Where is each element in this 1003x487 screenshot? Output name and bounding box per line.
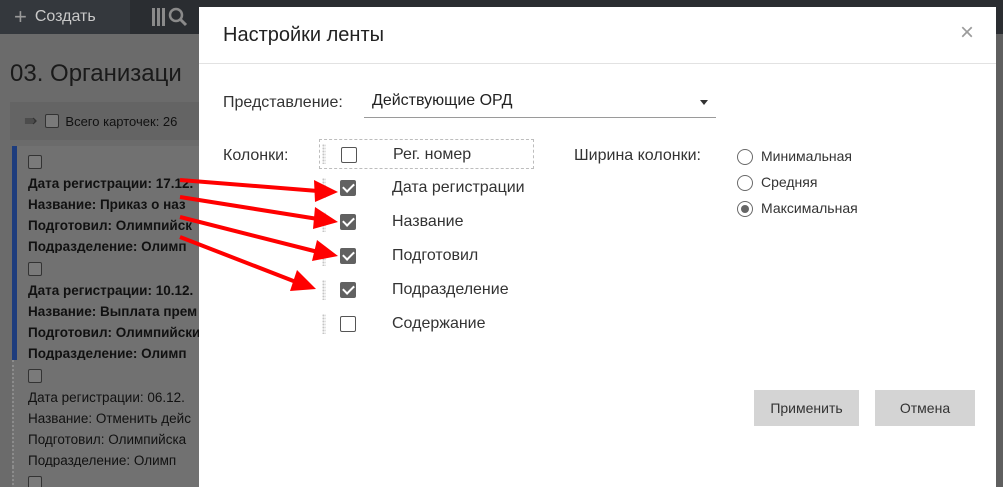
- drag-handle-icon[interactable]: [322, 314, 326, 334]
- column-checkbox[interactable]: [340, 316, 356, 332]
- column-checkbox[interactable]: [340, 180, 356, 196]
- card-item[interactable]: Дата регистрации: 17.12. Название: Прика…: [12, 146, 202, 261]
- total-cards-label: Всего карточек: 26: [65, 113, 178, 129]
- card-checkbox[interactable]: [28, 369, 42, 384]
- card-line: Дата регистрации: 06.12.: [28, 390, 185, 405]
- expand-arrow-icon[interactable]: ⇛: [24, 111, 37, 131]
- column-checkbox[interactable]: [341, 147, 357, 163]
- column-width-label: Ширина колонки:: [574, 147, 701, 164]
- dialog-title: Настройки ленты: [223, 24, 384, 46]
- chevron-down-icon: [700, 100, 708, 105]
- width-option-label: Средняя: [761, 174, 818, 190]
- dialog-divider: [199, 63, 996, 64]
- apply-button[interactable]: Применить: [754, 390, 859, 426]
- card-line: Дата регистрации: 17.12.: [28, 176, 194, 191]
- drag-handle-icon[interactable]: [322, 144, 326, 164]
- view-label: Представление:: [223, 94, 343, 111]
- card-line: Подготовил: Олимпийск: [28, 218, 192, 233]
- width-radio[interactable]: [737, 149, 753, 165]
- column-checkbox[interactable]: [340, 248, 356, 264]
- card-item[interactable]: Дата регистрации: 06.12. Название: Отмен…: [12, 360, 202, 475]
- column-checkbox[interactable]: [340, 214, 356, 230]
- card-line: Название: Выплата прем: [28, 304, 198, 319]
- right-panel-edge: [996, 34, 1003, 487]
- column-option[interactable]: Подразделение: [319, 275, 534, 305]
- column-option-label: Рег. номер: [393, 146, 472, 163]
- card-item[interactable]: Дата регистрации: 10.12. Название: Выпла…: [12, 253, 202, 368]
- width-radio[interactable]: [737, 175, 753, 191]
- column-option-label: Название: [392, 213, 464, 230]
- list-toolbar: ⇛ Всего карточек: 26: [10, 102, 210, 140]
- width-option-label: Минимальная: [761, 148, 853, 164]
- card-checkbox[interactable]: [28, 262, 42, 277]
- column-option[interactable]: Дата регистрации: [319, 173, 534, 203]
- column-option[interactable]: Название: [319, 207, 534, 237]
- card-item[interactable]: [12, 467, 202, 487]
- column-option-label: Содержание: [392, 315, 486, 332]
- column-option-label: Подготовил: [392, 247, 479, 264]
- drag-handle-icon[interactable]: [322, 246, 326, 266]
- drag-handle-icon[interactable]: [322, 178, 326, 198]
- card-line: Дата регистрации: 10.12.: [28, 283, 194, 298]
- column-option-label: Подразделение: [392, 281, 509, 298]
- column-option[interactable]: Содержание: [319, 309, 534, 339]
- page-title: 03. Организаци: [10, 60, 182, 87]
- width-option-label: Максимальная: [761, 200, 858, 216]
- columns-label: Колонки:: [223, 147, 289, 164]
- view-select-value: Действующие ОРД: [372, 92, 513, 109]
- cancel-button[interactable]: Отмена: [875, 390, 975, 426]
- card-line: Название: Приказ о наз: [28, 197, 186, 212]
- column-checkbox[interactable]: [340, 282, 356, 298]
- select-all-checkbox[interactable]: [45, 114, 60, 128]
- card-checkbox[interactable]: [28, 155, 42, 170]
- card-line: Название: Отменить дейс: [28, 411, 191, 426]
- close-icon[interactable]: ×: [960, 21, 974, 45]
- view-select[interactable]: Действующие ОРД: [364, 88, 716, 118]
- card-checkbox[interactable]: [28, 476, 42, 487]
- library-search-icon[interactable]: [150, 5, 196, 29]
- drag-handle-icon[interactable]: [322, 212, 326, 232]
- width-radio[interactable]: [737, 201, 753, 217]
- card-line: Подготовил: Олимпийски: [28, 325, 201, 340]
- create-button-label: Создать: [34, 8, 96, 25]
- feed-settings-dialog: Настройки ленты × Представление: Действу…: [199, 7, 996, 487]
- create-button[interactable]: + Создать: [0, 0, 130, 34]
- drag-handle-icon[interactable]: [322, 280, 326, 300]
- card-line: Подготовил: Олимпийска: [28, 432, 187, 447]
- screen: + Создать 03. Организаци ⇛ Всего карточе…: [0, 0, 1003, 487]
- column-option-label: Дата регистрации: [392, 179, 525, 196]
- plus-icon: +: [14, 4, 27, 29]
- column-option[interactable]: Подготовил: [319, 241, 534, 271]
- column-option[interactable]: Рег. номер: [319, 139, 534, 169]
